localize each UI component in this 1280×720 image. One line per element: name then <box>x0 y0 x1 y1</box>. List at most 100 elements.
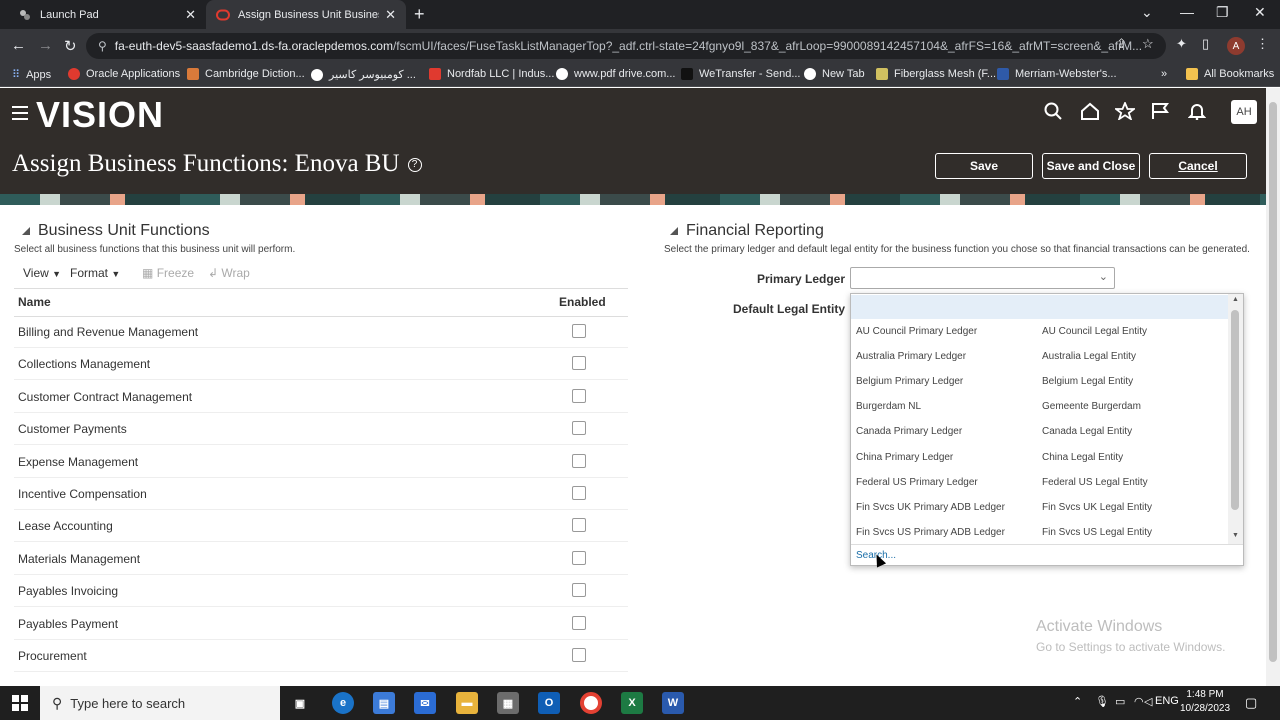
table-row[interactable]: Materials Management <box>14 543 628 575</box>
microphone-icon[interactable]: 🎙 <box>1095 695 1109 708</box>
enabled-checkbox[interactable] <box>572 550 586 565</box>
enabled-checkbox[interactable] <box>572 421 586 436</box>
home-icon[interactable] <box>1080 102 1100 125</box>
bookmark-apps[interactable]: ⠿ Apps <box>12 68 51 82</box>
battery-icon[interactable]: ▭ <box>1115 695 1125 708</box>
dropdown-scroll-thumb[interactable] <box>1231 310 1239 510</box>
dropdown-option[interactable]: Federal US Primary Ledger Federal US Lega… <box>851 471 1228 496</box>
hamburger-menu-icon[interactable] <box>12 106 28 124</box>
table-row[interactable]: Customer Contract Management <box>14 381 628 413</box>
view-menu[interactable]: View ▼ <box>23 266 61 280</box>
notifications-icon[interactable]: ▢ <box>1245 695 1257 711</box>
cancel-button[interactable]: Cancel <box>1149 153 1247 179</box>
dropdown-option[interactable]: Fin Svcs UK Primary ADB Ledger Fin Svcs U… <box>851 496 1228 521</box>
mail-icon[interactable]: ✉ <box>414 692 436 714</box>
dropdown-option[interactable]: Canada Primary Ledger Canada Legal Entity <box>851 420 1228 445</box>
window-close-icon[interactable]: ✕ <box>1254 4 1266 21</box>
language-indicator[interactable]: ENG <box>1155 695 1179 707</box>
enabled-checkbox[interactable] <box>572 453 586 468</box>
dropdown-option[interactable]: Belgium Primary Ledger Belgium Legal Enti… <box>851 370 1228 395</box>
page-scroll-thumb[interactable] <box>1269 102 1277 662</box>
url-input[interactable]: ⚲ fa-euth-dev5-saasfademo1.ds-fa.oraclep… <box>86 33 1166 59</box>
table-row[interactable]: Payables Invoicing <box>14 575 628 608</box>
scroll-up-icon[interactable]: ▲ <box>1232 296 1239 303</box>
browser-menu-icon[interactable]: ⋮ <box>1256 36 1269 52</box>
windows-start-icon[interactable] <box>12 695 28 711</box>
bookmark-arabic-site[interactable]: كومبيوسر كاسير ... <box>311 68 416 81</box>
wrap-button[interactable]: ↲ Wrap <box>208 266 250 280</box>
chevron-down-icon[interactable]: ⌄ <box>1099 270 1108 283</box>
table-row[interactable]: Incentive Compensation <box>14 478 628 510</box>
bookmark-nordfab[interactable]: Nordfab LLC | Indus... <box>429 68 554 80</box>
dropdown-option[interactable]: Fin Svcs US Primary ADB Ledger Fin Svcs U… <box>851 521 1228 546</box>
new-tab-icon[interactable]: + <box>414 4 425 25</box>
table-row[interactable]: Payables Payment <box>14 608 628 640</box>
tab-assign-business-unit[interactable]: Assign Business Unit Business Fu ✕ <box>206 0 406 29</box>
dropdown-blank-option[interactable] <box>851 295 1228 319</box>
column-header-name[interactable]: Name <box>18 295 51 309</box>
tab-search-chevron-icon[interactable]: ⌄ <box>1141 4 1153 21</box>
table-row[interactable]: Billing and Revenue Management <box>14 316 628 348</box>
primary-ledger-select[interactable]: ⌄ <box>850 267 1115 289</box>
taskbar-clock[interactable]: 1:48 PM 10/28/2023 <box>1180 688 1230 716</box>
profile-avatar[interactable]: A <box>1227 37 1245 55</box>
more-bookmarks-icon[interactable]: » <box>1161 68 1167 80</box>
enabled-checkbox[interactable] <box>572 486 586 500</box>
dropdown-option[interactable]: China Primary Ledger China Legal Entity <box>851 446 1228 471</box>
generic-app-icon[interactable]: ▦ <box>497 692 519 714</box>
help-icon[interactable]: ? <box>407 158 422 173</box>
all-bookmarks[interactable]: All Bookmarks <box>1186 68 1274 80</box>
bookmark-new-tab[interactable]: New Tab <box>804 68 865 80</box>
close-tab-icon[interactable]: ✕ <box>385 7 396 23</box>
financial-reporting-header[interactable]: Financial Reporting <box>670 222 824 240</box>
table-row[interactable]: Collections Management <box>14 348 628 381</box>
back-icon[interactable]: ← <box>11 37 26 54</box>
minimize-icon[interactable]: — <box>1180 4 1194 20</box>
share-icon[interactable]: ⇪ <box>1116 36 1127 52</box>
bookmark-merriam-webster[interactable]: Merriam-Webster's... <box>997 68 1117 80</box>
enabled-checkbox[interactable] <box>572 615 586 630</box>
store-icon[interactable]: ▤ <box>373 692 395 714</box>
format-menu[interactable]: Format ▼ <box>70 266 120 280</box>
word-icon[interactable]: W <box>662 692 684 714</box>
table-row[interactable]: Expense Management <box>14 446 628 478</box>
bookmark-oracle-applications[interactable]: Oracle Applications <box>68 68 180 80</box>
enabled-checkbox[interactable] <box>572 388 586 403</box>
scroll-down-icon[interactable]: ▼ <box>1232 532 1239 539</box>
bookmark-star-icon[interactable]: ☆ <box>1142 36 1154 52</box>
enabled-checkbox[interactable] <box>572 324 586 338</box>
side-panel-icon[interactable]: ▯ <box>1202 36 1209 52</box>
bookmark-fiberglass[interactable]: Fiberglass Mesh (F... <box>876 68 996 80</box>
save-button[interactable]: Save <box>935 153 1033 179</box>
dropdown-scrollbar[interactable]: ▲ ▼ <box>1228 294 1243 544</box>
notifications-bell-icon[interactable] <box>1187 102 1207 125</box>
favorites-star-icon[interactable] <box>1113 100 1137 125</box>
chrome-icon[interactable] <box>580 692 602 714</box>
volume-icon[interactable]: ◁ <box>1144 695 1152 708</box>
bookmark-cambridge[interactable]: Cambridge Diction... <box>187 68 305 80</box>
enabled-checkbox[interactable] <box>572 648 586 662</box>
table-row[interactable]: Customer Payments <box>14 413 628 446</box>
enabled-checkbox[interactable] <box>572 518 586 533</box>
bookmark-pdf-drive[interactable]: www.pdf drive.com... <box>556 68 675 80</box>
wifi-icon[interactable]: ◠ <box>1134 695 1144 708</box>
dropdown-option[interactable]: Australia Primary Ledger Australia Legal … <box>851 345 1228 370</box>
business-unit-functions-header[interactable]: Business Unit Functions <box>22 222 210 240</box>
maximize-icon[interactable]: ❐ <box>1216 4 1229 21</box>
tray-chevron-up-icon[interactable]: ⌃ <box>1073 695 1082 708</box>
site-info-icon[interactable]: ⚲ <box>98 39 107 53</box>
excel-icon[interactable]: X <box>621 692 643 714</box>
reload-icon[interactable]: ↻ <box>64 37 77 55</box>
task-view-icon[interactable]: ▣ <box>289 692 311 714</box>
forward-icon[interactable]: → <box>38 37 53 54</box>
watchlist-flag-icon[interactable] <box>1151 102 1169 125</box>
file-explorer-icon[interactable]: ▬ <box>456 692 478 714</box>
extensions-icon[interactable]: ✦ <box>1176 36 1187 52</box>
bookmark-wetransfer[interactable]: WeTransfer - Send... <box>681 68 800 80</box>
enabled-checkbox[interactable] <box>572 356 586 371</box>
user-avatar[interactable]: AH <box>1231 100 1257 124</box>
dropdown-option[interactable]: Burgerdam NL Gemeente Burgerdam <box>851 395 1228 420</box>
table-row[interactable]: Lease Accounting <box>14 510 628 543</box>
dropdown-option[interactable]: AU Council Primary Ledger AU Council Lega… <box>851 320 1228 345</box>
freeze-button[interactable]: ▦ Freeze <box>142 266 194 280</box>
